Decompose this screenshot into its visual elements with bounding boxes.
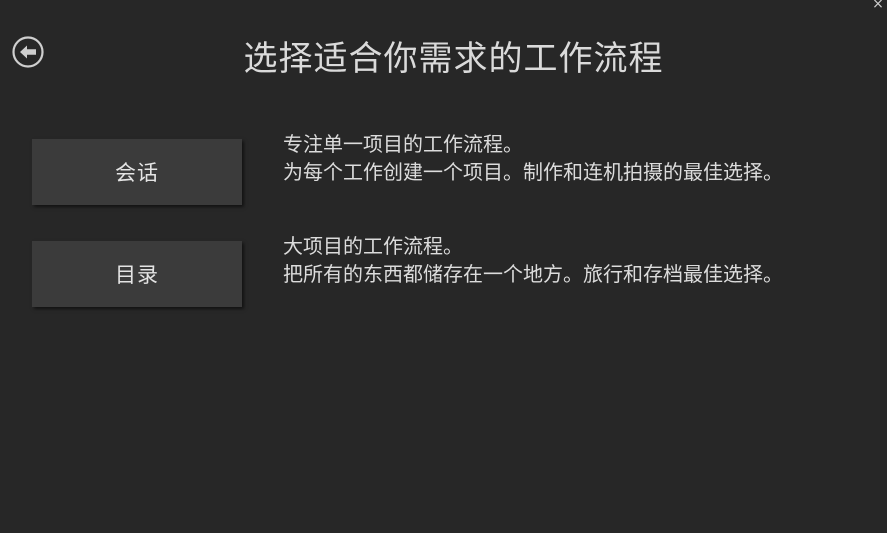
catalog-button[interactable]: 目录	[32, 241, 242, 307]
catalog-button-label: 目录	[115, 263, 159, 287]
close-button[interactable]: ×	[871, 0, 885, 11]
session-button-label: 会话	[115, 161, 159, 185]
session-button[interactable]: 会话	[32, 139, 242, 205]
page-title: 选择适合你需求的工作流程	[243, 39, 664, 79]
close-icon: ×	[872, 0, 884, 12]
session-description: 专注单一项目的工作流程。 为每个工作创建一个项目。制作和连机拍摄的最佳选择。	[283, 130, 843, 186]
catalog-description: 大项目的工作流程。 把所有的东西都储存在一个地方。旅行和存档最佳选择。	[283, 232, 843, 288]
catalog-description-line1: 大项目的工作流程。	[283, 234, 463, 258]
session-description-line2: 为每个工作创建一个项目。制作和连机拍摄的最佳选择。	[283, 160, 783, 184]
session-description-line1: 专注单一项目的工作流程。	[283, 132, 523, 156]
catalog-description-line2: 把所有的东西都储存在一个地方。旅行和存档最佳选择。	[283, 262, 783, 286]
